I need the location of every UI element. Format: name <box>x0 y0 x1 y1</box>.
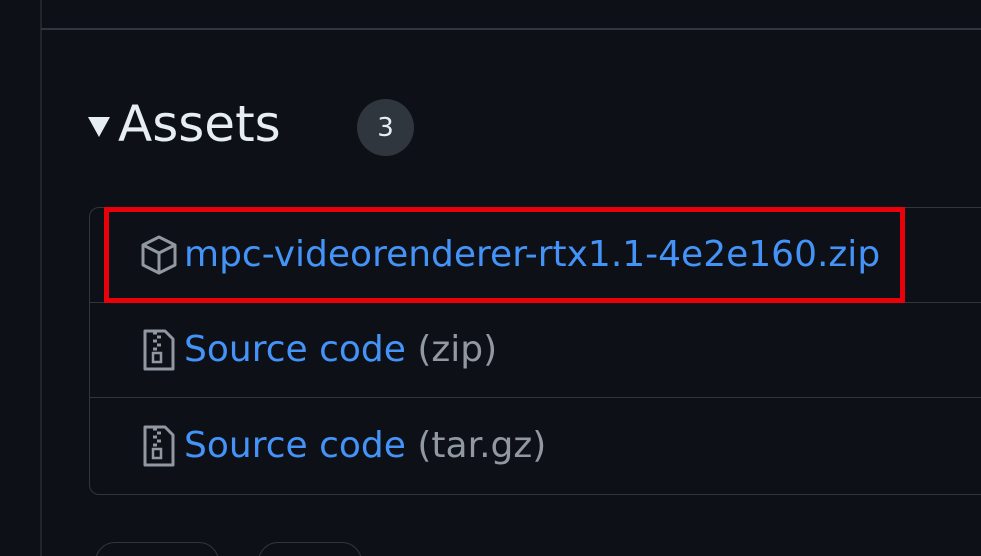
reaction-button[interactable] <box>258 542 362 556</box>
section-divider <box>41 28 981 30</box>
asset-format: (tar.gz) <box>405 424 547 466</box>
assets-count-badge: 3 <box>357 99 414 156</box>
asset-name: Source code <box>184 424 406 466</box>
asset-link-source-targz[interactable]: Source code (tar.gz) <box>184 424 547 466</box>
highlight-annotation <box>104 207 905 303</box>
asset-row: Source code (zip) <box>90 303 981 398</box>
asset-name: Source code <box>184 329 406 370</box>
release-page: Assets 3 mpc-videorenderer-rtx1.1-4e2e16… <box>0 0 981 556</box>
file-zip-icon <box>138 424 180 468</box>
timeline-rule <box>40 0 42 556</box>
assets-title: Assets <box>118 95 281 153</box>
asset-format: (zip) <box>405 329 498 370</box>
caret-down-icon <box>88 117 110 137</box>
asset-row: Source code (tar.gz) <box>90 398 981 493</box>
reaction-button[interactable] <box>95 542 219 556</box>
file-zip-icon <box>138 328 180 372</box>
assets-toggle[interactable]: Assets <box>88 92 281 156</box>
asset-link-source-zip[interactable]: Source code (zip) <box>184 332 497 368</box>
